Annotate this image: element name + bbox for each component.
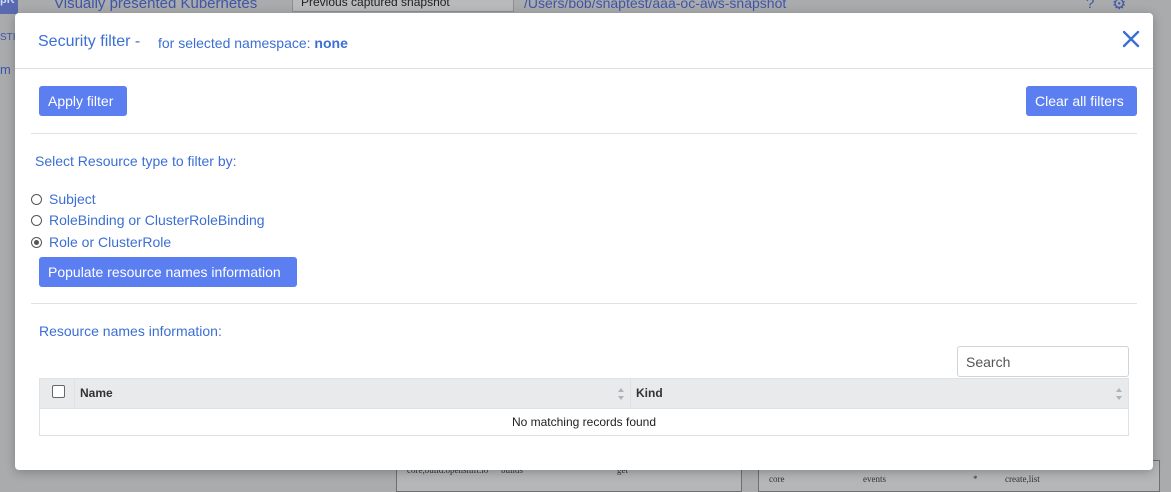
radio-subject[interactable]: Subject [31,190,96,208]
resource-names-table: Name Kind No matching records found [39,378,1129,436]
background-app-header: pK Visually presented Kubernetes Previou… [0,0,1171,14]
column-divider [74,379,75,408]
empty-table-message: No matching records found [511,415,657,429]
background-cell: core [769,474,785,484]
radio-button[interactable] [31,193,42,205]
populate-resource-names-button[interactable]: Populate resource names information [39,257,297,287]
app-logo: pK [0,0,18,14]
background-cell: events [863,474,886,484]
radio-label: RoleBinding or ClusterRoleBinding [49,212,265,228]
security-filter-modal: Security filter - for selected namespace… [15,13,1153,470]
background-left-text: STI [0,32,16,43]
radio-rolebinding[interactable]: RoleBinding or ClusterRoleBinding [31,211,265,229]
radio-label: Role or ClusterRole [49,234,172,250]
apply-filter-button[interactable]: Apply filter [39,86,127,116]
radio-label: Subject [49,191,96,207]
divider [31,133,1137,134]
close-icon[interactable] [1119,27,1143,51]
namespace-prefix: for selected namespace: [158,35,311,51]
modal-header: Security filter - for selected namespace… [15,13,1153,69]
select-all-checkbox[interactable] [52,385,65,398]
table-header: Name Kind [40,379,1128,409]
modal-title: Security filter - [38,33,141,50]
background-left-text-2: m [0,62,11,77]
divider [31,303,1137,304]
column-header-kind[interactable]: Kind [636,379,663,408]
background-cell: * [973,474,978,484]
radio-button[interactable] [31,214,42,226]
sort-icon[interactable] [1115,387,1123,401]
search-input[interactable] [957,346,1129,377]
snapshot-select: Previous captured snapshot [292,0,514,12]
column-divider [630,379,631,408]
question-icon: ? [1086,0,1095,12]
clear-all-filters-button[interactable]: Clear all filters [1026,86,1137,116]
sort-icon[interactable] [617,387,625,401]
snapshot-path: /Users/bob/snaptest/aaa-oc-aws-snapshot [524,0,787,11]
resource-names-heading: Resource names information: [39,323,222,339]
column-header-name[interactable]: Name [80,379,113,408]
radio-role[interactable]: Role or ClusterRole [31,233,171,251]
modal-subtitle: for selected namespace: none [158,35,348,51]
gear-icon: ⚙ [1112,0,1127,13]
namespace-value: none [314,35,348,51]
background-cell: create,list [1005,474,1040,484]
radio-button-selected[interactable] [31,236,42,248]
resource-type-heading: Select Resource type to filter by: [35,153,237,169]
app-title: Visually presented Kubernetes [54,0,258,12]
